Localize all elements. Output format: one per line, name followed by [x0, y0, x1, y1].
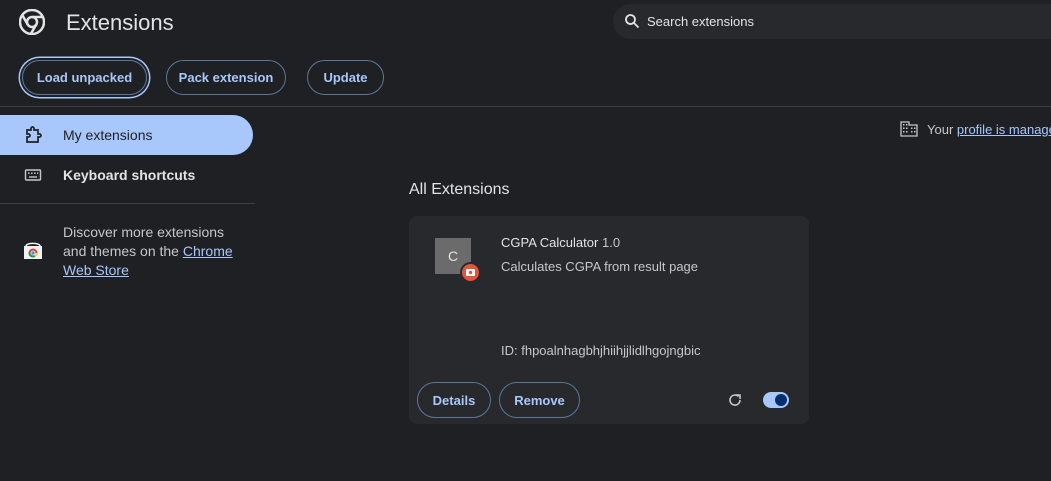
chrome-logo-icon: [19, 9, 45, 35]
update-button[interactable]: Update: [307, 60, 384, 95]
header: Extensions Load unpacked Pack extension …: [0, 0, 1051, 106]
search-bar[interactable]: [613, 4, 1051, 39]
sidebar-divider: [0, 203, 255, 204]
pack-extension-button[interactable]: Pack extension: [166, 60, 286, 95]
toggle-knob: [775, 394, 787, 406]
extension-description: Calculates CGPA from result page: [501, 259, 699, 274]
extension-card: C CGPA Calculator 1.0 Calculates CGPA fr…: [409, 216, 809, 424]
reload-icon[interactable]: [726, 391, 744, 409]
search-icon: [625, 14, 640, 29]
puzzle-icon: [26, 126, 42, 143]
chrome-web-store-icon: [24, 242, 42, 259]
section-title: All Extensions: [409, 181, 510, 198]
details-button[interactable]: Details: [417, 382, 491, 418]
managed-prefix: Your: [927, 122, 957, 137]
sidebar-item-my-extensions[interactable]: My extensions: [0, 115, 253, 155]
sidebar-item-label: My extensions: [63, 127, 153, 143]
page-title: Extensions: [66, 10, 174, 35]
extension-name: CGPA Calculator: [501, 235, 599, 250]
header-divider: [0, 106, 1051, 107]
remove-button[interactable]: Remove: [499, 382, 580, 418]
extension-enable-toggle[interactable]: [763, 392, 789, 408]
building-icon: [900, 121, 918, 137]
load-unpacked-button[interactable]: Load unpacked: [22, 60, 147, 95]
sidebar-item-label: Keyboard shortcuts: [63, 167, 196, 183]
search-input[interactable]: [647, 4, 1047, 39]
discover-more-text: Discover more extensions and themes on t…: [63, 223, 248, 280]
extension-badge-icon: [460, 262, 481, 283]
sidebar-item-keyboard-shortcuts[interactable]: Keyboard shortcuts: [0, 155, 253, 195]
keyboard-icon: [24, 169, 42, 181]
profile-managed-link[interactable]: profile is manage: [957, 122, 1051, 137]
managed-notice: Your profile is manage: [927, 122, 1051, 137]
extension-id: ID: fhpoalnhagbhjhiihjjlidlhgojngbic: [501, 343, 701, 358]
extension-version: 1.0: [602, 235, 621, 250]
